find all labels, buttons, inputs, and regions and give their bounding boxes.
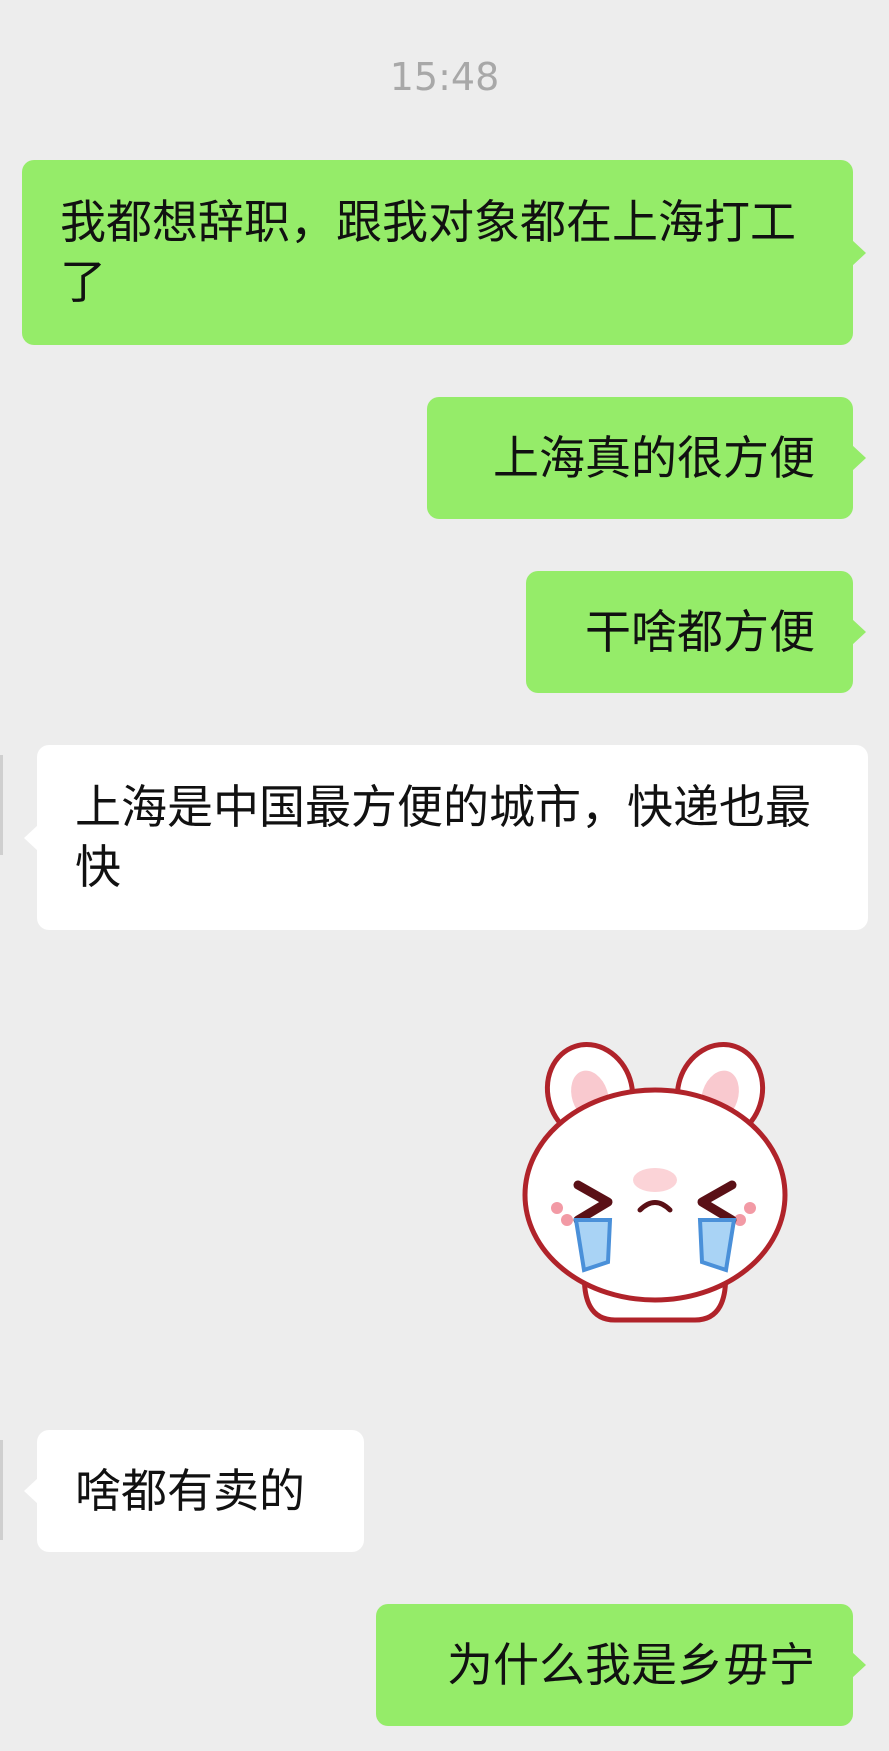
message-text: 啥都有卖的 (75, 1464, 305, 1518)
sender-avatar-edge[interactable] (0, 1440, 3, 1540)
outgoing-message-bubble[interactable]: 为什么我是乡毋宁 (376, 1604, 866, 1726)
incoming-message-bubble[interactable]: 啥都有卖的 (24, 1430, 364, 1552)
sender-avatar-edge[interactable] (0, 755, 3, 855)
outgoing-message-bubble[interactable]: 我都想辞职，跟我对象都在上海打工了 (22, 160, 866, 345)
message-text: 上海是中国最方便的城市，快递也最快 (75, 780, 811, 894)
incoming-message-bubble[interactable]: 上海是中国最方便的城市，快递也最快 (24, 745, 868, 930)
message-text: 干啥都方便 (585, 605, 815, 659)
message-text: 为什么我是乡毋宁 (447, 1638, 815, 1692)
message-text: 上海真的很方便 (493, 431, 815, 485)
crying-bunny-icon[interactable] (510, 1030, 800, 1330)
message-timestamp: 15:48 (389, 55, 500, 99)
outgoing-message-bubble[interactable]: 上海真的很方便 (427, 397, 866, 519)
outgoing-message-bubble[interactable]: 干啥都方便 (526, 571, 866, 693)
message-text: 我都想辞职，跟我对象都在上海打工了 (60, 195, 796, 309)
